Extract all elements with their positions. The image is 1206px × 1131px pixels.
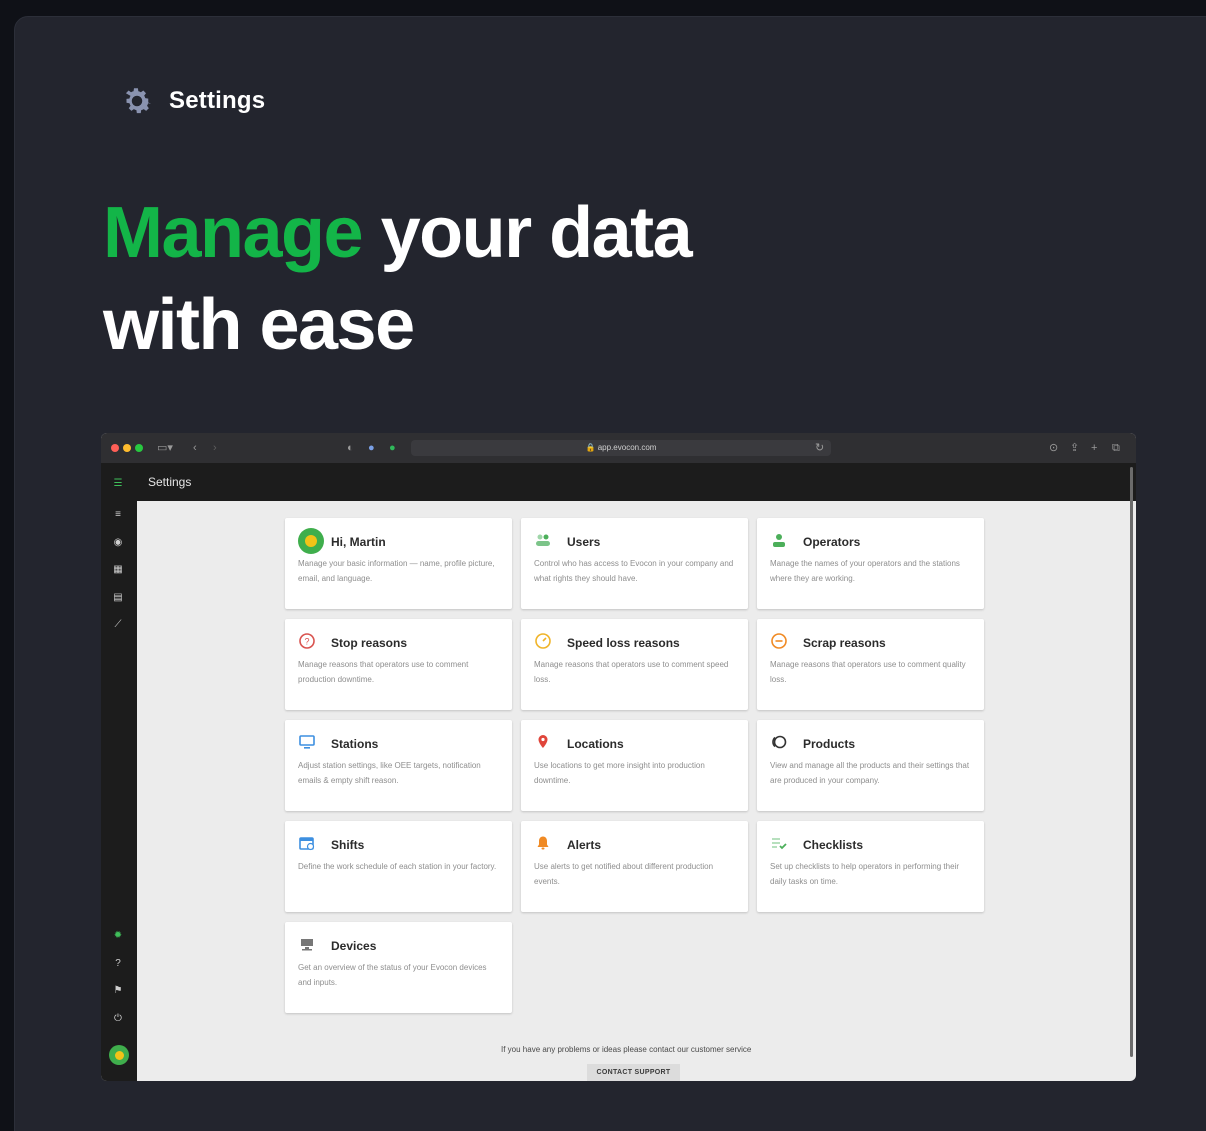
card-stations[interactable]: Stations Adjust station settings, like O… [285,720,512,811]
card-operators[interactable]: Operators Manage the names of your opera… [757,518,984,609]
gear-icon [125,88,152,114]
card-desc: Manage reasons that operators use to com… [298,660,469,684]
monitor-icon [299,735,315,749]
card-desc: View and manage all the products and the… [770,761,970,785]
hero-line1-rest: your data [362,193,693,273]
report-icon[interactable]: ▤ [111,591,125,605]
card-title: Locations [567,737,624,751]
users-icon [536,534,550,546]
device-icon [301,939,313,951]
products-icon [772,735,787,749]
scrap-icon [771,633,787,649]
user-avatar-nav[interactable] [109,1045,129,1065]
speed-loss-icon [535,633,551,649]
svg-text:?: ? [304,637,309,647]
card-desc: Get an overview of the status of your Ev… [298,963,487,987]
card-scrap-reasons[interactable]: Scrap reasons Manage reasons that operat… [757,619,984,710]
card-title: Alerts [567,838,602,852]
card-desc: Manage your basic information — name, pr… [298,559,495,583]
card-alerts[interactable]: Alerts Use alerts to get notified about … [521,821,748,912]
browser-window: ▭▾ ‹ › ◐ ● ● 🔒 app.evocon.com ↻ ⊙ ⇪ + ⧉ … [101,433,1136,1081]
maximize-dot[interactable] [135,444,143,452]
contact-support-button[interactable]: CONTACT SUPPORT [587,1064,680,1081]
hero-accent: Manage [103,193,364,273]
card-title: Hi, Martin [331,535,386,549]
card-checklists[interactable]: Checklists Set up checklists to help ope… [757,821,984,912]
app-sidebar: ☰ ≡ ◉ ▦ ▤ ⟋ ✹ ? ⚑ ⏻ [101,463,137,1081]
card-devices[interactable]: Devices Get an overview of the status of… [285,922,512,1013]
power-icon[interactable]: ⏻ [111,1012,125,1026]
monitor-nav-icon[interactable]: ◉ [111,536,125,550]
reload-icon[interactable]: ↻ [815,441,824,455]
hero-line2: with ease [103,285,415,365]
back-icon[interactable]: ‹ [193,441,197,455]
list-icon[interactable]: ≡ [111,508,125,522]
card-title: Checklists [803,838,864,852]
sidebar-toggle-icon[interactable]: ▭▾ [157,441,173,455]
card-locations[interactable]: Locations Use locations to get more insi… [521,720,748,811]
share-icon[interactable]: ⇪ [1070,441,1079,455]
calendar-icon [299,837,315,851]
location-pin-icon [538,735,548,748]
checklist-icon [772,838,787,850]
minimize-dot[interactable] [123,444,131,452]
user-avatar-icon [298,528,324,554]
card-title: Operators [803,535,861,549]
tabs-overview-icon[interactable]: ⧉ [1112,441,1120,455]
card-desc: Manage reasons that operators use to com… [534,660,729,684]
new-tab-icon[interactable]: + [1091,441,1097,455]
extension-icon[interactable]: ● [368,441,375,455]
bell-icon [537,836,549,850]
settings-heading: Settings [119,83,265,119]
card-desc: Use alerts to get notified about differe… [534,862,714,886]
app-header: Settings [101,463,1136,501]
operator-icon [773,534,785,547]
card-title: Scrap reasons [803,636,886,650]
card-users[interactable]: Users Control who has access to Evocon i… [521,518,748,609]
trend-icon[interactable]: ⟋ [111,618,125,632]
card-shifts[interactable]: Shifts Define the work schedule of each … [285,821,512,912]
help-icon[interactable]: ? [111,957,125,971]
promo-panel: Settings Manage your data with ease ▭▾ ‹… [14,16,1206,1131]
menu-icon[interactable]: ☰ [111,477,125,491]
close-dot[interactable] [111,444,119,452]
app-page-title: Settings [148,475,192,489]
card-desc: Adjust station settings, like OEE target… [298,761,481,785]
card-profile[interactable]: Hi, Martin Manage your basic information… [285,518,512,609]
card-desc: Manage reasons that operators use to com… [770,660,966,684]
browser-toolbar: ▭▾ ‹ › ◐ ● ● 🔒 app.evocon.com ↻ ⊙ ⇪ + ⧉ [101,433,1136,463]
extension-green-icon[interactable]: ● [389,441,396,455]
support-note: If you have any problems or ideas please… [501,1045,752,1054]
card-desc: Define the work schedule of each station… [298,862,497,871]
card-title: Speed loss reasons [567,636,680,650]
card-title: Devices [331,939,377,953]
card-title: Products [803,737,856,751]
hero-headline: Manage your data with ease [103,187,693,371]
flag-icon[interactable]: ⚑ [111,984,125,998]
address-bar[interactable]: 🔒 app.evocon.com [411,440,831,456]
card-desc: Use locations to get more insight into p… [534,761,705,785]
card-products[interactable]: Products View and manage all the product… [757,720,984,811]
scrollbar[interactable] [1130,467,1133,1057]
card-title: Shifts [331,838,365,852]
section-label: Settings [169,87,266,114]
card-speed-loss-reasons[interactable]: Speed loss reasons Manage reasons that o… [521,619,748,710]
card-stop-reasons[interactable]: ? Stop reasons Manage reasons that opera… [285,619,512,710]
forward-icon[interactable]: › [213,441,217,455]
card-title: Users [567,535,601,549]
url-text: app.evocon.com [597,443,657,452]
card-desc: Control who has access to Evocon in your… [534,559,734,583]
card-title: Stop reasons [331,636,408,650]
card-desc: Manage the names of your operators and t… [770,559,960,583]
settings-nav-icon[interactable]: ✹ [111,929,125,943]
card-title: Stations [331,737,379,751]
stop-reason-icon: ? [299,633,315,649]
download-icon[interactable]: ⊙ [1049,441,1058,455]
shield-icon[interactable]: ◐ [347,441,354,455]
dashboard-icon[interactable]: ▦ [111,563,125,577]
card-desc: Set up checklists to help operators in p… [770,862,959,886]
